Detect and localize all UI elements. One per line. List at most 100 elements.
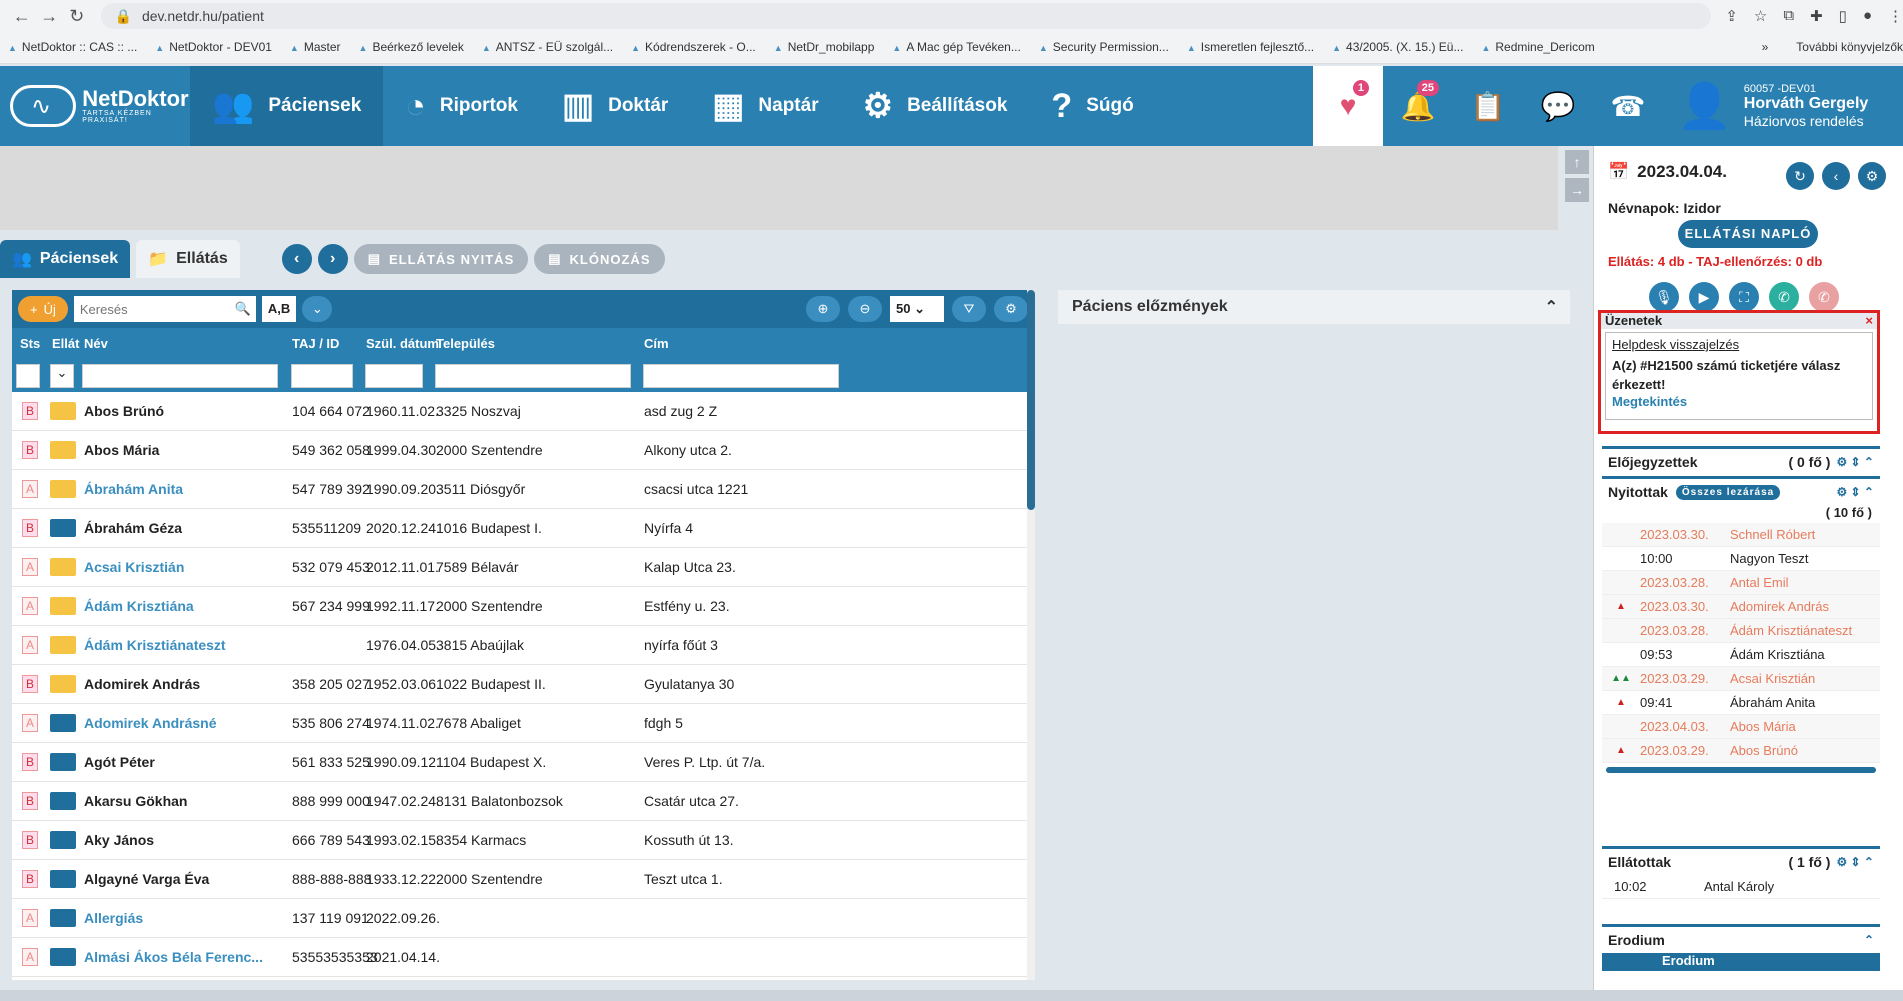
chevron-up-icon[interactable]: ⌃ <box>1545 297 1558 317</box>
folder-icon[interactable] <box>50 480 76 498</box>
clipboard-button[interactable]: 📋 <box>1453 66 1523 146</box>
profile-icon[interactable]: ● <box>1863 7 1872 25</box>
folder-icon[interactable] <box>50 714 76 732</box>
list-item[interactable]: 10:02 Antal Károly <box>1602 875 1880 899</box>
ab-filter[interactable]: A,B <box>261 296 297 322</box>
patient-history-header[interactable]: Páciens előzmények ⌃ <box>1058 290 1570 324</box>
zoom-out-icon[interactable]: ⊖ <box>848 296 882 322</box>
table-row[interactable]: B Abos Brúnó 104 664 072 1960.11.02. 3325 No… <box>12 392 1034 431</box>
nav-reports[interactable]: ◔ Riportok <box>383 66 540 146</box>
bookmark[interactable]: NetDr_mobilapp <box>774 40 875 54</box>
sts-filter[interactable] <box>16 364 40 388</box>
folder-icon[interactable] <box>50 558 76 576</box>
folder-icon[interactable] <box>50 597 76 615</box>
reload-icon[interactable]: ↻ <box>63 6 91 27</box>
zoom-in-icon[interactable]: ⊕ <box>806 296 840 322</box>
list-item[interactable]: ▲ 09:41 Ábrahám Anita <box>1602 691 1880 715</box>
table-row[interactable]: A Adomirek Andrásné 535 806 274 1974.11.02.… <box>12 704 1034 743</box>
fullscreen-icon[interactable]: ⛶ <box>1729 282 1759 312</box>
table-row[interactable]: B Agót Péter 561 833 525 1990.09.12. 1104 Bu… <box>12 743 1034 782</box>
search-icon[interactable]: 🔍 <box>229 296 256 322</box>
folder-icon[interactable] <box>50 870 76 888</box>
next-button[interactable]: › <box>317 244 348 274</box>
arrow-right-icon[interactable]: → <box>1565 178 1589 202</box>
col-taj[interactable]: TAJ / ID <box>292 328 339 358</box>
menu-icon[interactable]: ⋮ <box>1888 7 1903 25</box>
patient-name[interactable]: Allergiás <box>84 899 143 937</box>
bookmark[interactable]: Kódrendszerek - O... <box>631 40 756 54</box>
gear-icon[interactable]: ⚙ ⇕ ⌃ <box>1836 455 1880 469</box>
ellat-filter[interactable]: ⌄ <box>50 364 74 388</box>
patient-name[interactable]: Adomirek András <box>84 665 200 703</box>
view-message-link[interactable]: Megtekintés <box>1612 394 1866 409</box>
bookmark[interactable]: Master <box>290 40 341 54</box>
nav-patients[interactable]: 👥 Páciensek <box>190 66 384 146</box>
col-ellat[interactable]: Ellát <box>52 328 79 358</box>
gear-icon[interactable]: ⚙ <box>994 296 1028 322</box>
bookmark[interactable]: ANTSZ - EÜ szolgál... <box>482 40 613 54</box>
patient-name[interactable]: Acsai Krisztián <box>84 548 184 586</box>
patient-name[interactable]: Abos Mária <box>84 431 159 469</box>
heart-button[interactable]: ♥ 1 <box>1313 66 1383 146</box>
close-icon[interactable]: × <box>1865 313 1877 329</box>
list-item[interactable]: 2023.03.28. Antal Emil <box>1602 571 1880 595</box>
folder-icon[interactable] <box>50 948 76 966</box>
logo[interactable]: NetDoktor TARTSA KÉZBEN PRAXISÁT! <box>0 66 190 146</box>
nav-calendar[interactable]: ▦ Naptár <box>690 66 840 146</box>
patient-name[interactable]: Adomirek Andrásné <box>84 704 217 742</box>
gear-icon[interactable]: ⚙ <box>1858 162 1886 190</box>
table-row[interactable]: B Adomirek András 358 205 027 1952.03.06. 10… <box>12 665 1034 704</box>
bookmark[interactable]: Ismeretlen fejlesztő... <box>1187 40 1314 54</box>
chat-button[interactable]: 💬 <box>1523 66 1593 146</box>
folder-icon[interactable] <box>50 909 76 927</box>
nav-settings[interactable]: ⚙ Beállítások <box>841 66 1030 146</box>
table-row[interactable]: A Ábrahám Anita 547 789 392 1990.09.20. 3511… <box>12 470 1034 509</box>
list-item[interactable]: 2023.03.28. Ádám Krisztiánateszt <box>1602 619 1880 643</box>
patient-name[interactable]: Agót Péter <box>84 743 155 781</box>
table-row[interactable]: A Almási Ákos Béla Ferenc... 53553535353 20… <box>12 938 1034 977</box>
patient-name[interactable]: Ábrahám Géza <box>84 509 182 547</box>
back-icon[interactable]: ← <box>8 6 36 27</box>
table-row[interactable]: B Abos Mária 549 362 058 1999.04.30. 2000 Sz… <box>12 431 1034 470</box>
care-log-button[interactable]: ELLÁTÁSI NAPLÓ <box>1678 220 1818 248</box>
list-scrollbar[interactable] <box>1027 290 1035 980</box>
nav-doktar[interactable]: ▥ Doktár <box>540 66 690 146</box>
patient-name[interactable]: Algayné Varga Éva <box>84 860 209 898</box>
puzzle-icon[interactable]: ✚ <box>1810 7 1823 25</box>
list-item[interactable]: 2023.04.03. Abos Mária <box>1602 715 1880 739</box>
col-name[interactable]: Név <box>84 328 108 358</box>
bookmarks-more[interactable]: » <box>1762 40 1779 54</box>
bookmark[interactable]: NetDoktor :: CAS :: ... <box>8 40 137 54</box>
patient-name[interactable]: Ábrahám Anita <box>84 470 183 508</box>
patient-name[interactable]: Aky János <box>84 821 154 859</box>
table-row[interactable]: B Aky János 666 789 543 1993.02.15. 8354 Kar… <box>12 821 1034 860</box>
share-icon[interactable]: ⇪ <box>1725 7 1738 25</box>
chevron-down-icon[interactable]: ⌄ <box>302 296 333 322</box>
star-icon[interactable]: ☆ <box>1754 7 1767 25</box>
bookmark[interactable]: Beérkező levelek <box>359 40 463 54</box>
call-icon[interactable]: ✆ <box>1769 282 1799 312</box>
new-patient-button[interactable]: + Új <box>18 296 68 322</box>
list-item[interactable]: ▲ 2023.03.30. Adomirek András <box>1602 595 1880 619</box>
extension-icon[interactable]: ⧉ <box>1783 7 1794 25</box>
notifications-button[interactable]: 🔔 25 <box>1383 66 1453 146</box>
video-icon[interactable]: ▶ <box>1689 282 1719 312</box>
list-item[interactable]: ▲▲ 2023.03.29. Acsai Krisztián <box>1602 667 1880 691</box>
folder-icon[interactable] <box>50 636 76 654</box>
folder-icon[interactable] <box>50 675 76 693</box>
user-menu[interactable]: 👤 60057 -DEV01 Horváth Gergely Háziorvos… <box>1663 66 1903 146</box>
folder-icon[interactable] <box>50 441 76 459</box>
patient-name[interactable]: Akarsu Gökhan <box>84 782 187 820</box>
table-row[interactable]: A Ádám Krisztiánateszt 1976.04.05. 3815 Aba… <box>12 626 1034 665</box>
table-row[interactable]: A Ádám Krisztiána 567 234 999 1992.11.17. 20… <box>12 587 1034 626</box>
patient-name[interactable]: Almási Ákos Béla Ferenc... <box>84 938 263 976</box>
patient-name[interactable]: Abos Brúnó <box>84 392 164 430</box>
tab-care[interactable]: 📁 Ellátás <box>136 240 240 278</box>
scroll-thumb[interactable] <box>1027 290 1035 510</box>
col-dob[interactable]: Szül. dátum <box>366 328 439 358</box>
filter-icon[interactable]: ⛛ <box>952 296 986 322</box>
bookmark[interactable]: Security Permission... <box>1039 40 1169 54</box>
table-row[interactable]: B Algayné Varga Éva 888-888-888 1933.12.22.… <box>12 860 1034 899</box>
table-row[interactable]: B Ábrahám Géza 535511209 2020.12.24. 1016 Bu… <box>12 509 1034 548</box>
clone-button[interactable]: ▤ KLÓNOZÁS <box>534 244 665 274</box>
